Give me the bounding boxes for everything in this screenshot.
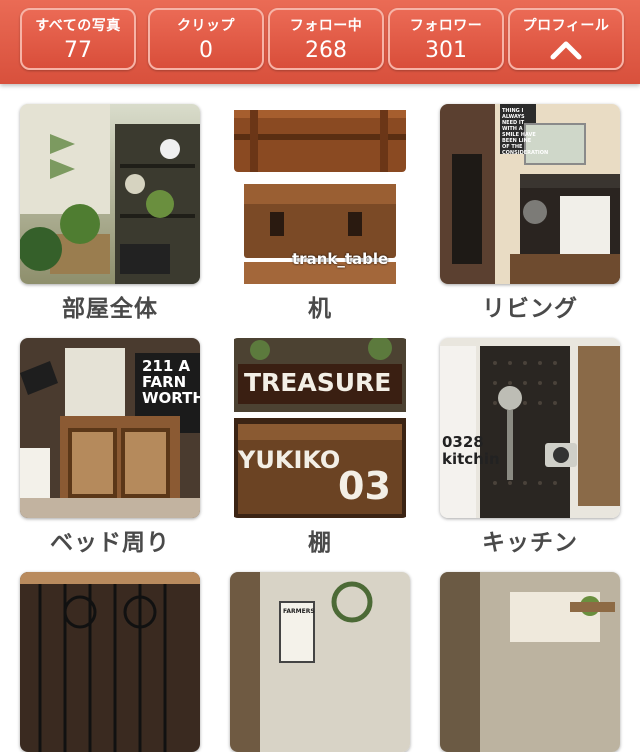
bedside-photo-sign: 211 A FARN WORTH bbox=[142, 357, 200, 407]
photo-9-image bbox=[440, 572, 620, 752]
living-photo-sign: THING I ALWAYS NEED IT WITH A SMILE HAVE… bbox=[502, 108, 549, 156]
kitchen-photo-sign: 0328 kitchin bbox=[442, 433, 500, 468]
category-photo-8[interactable]: FARMERS bbox=[230, 572, 410, 752]
profile-label: プロフィール bbox=[522, 18, 610, 34]
stat-followers-label: フォロワー bbox=[409, 18, 483, 34]
category-photo-living[interactable]: THING I ALWAYS NEED IT WITH A SMILE HAVE… bbox=[440, 104, 620, 284]
profile-stats-bar: すべての写真 77 クリップ 0 フォロー中 268 フォロワー 301 プロフ… bbox=[0, 0, 640, 84]
stat-clips-count: 0 bbox=[199, 38, 213, 63]
category-label-desk[interactable]: 机 bbox=[210, 289, 430, 323]
category-label-bedside[interactable]: ベッド周り bbox=[0, 523, 220, 557]
category-label-room[interactable]: 部屋全体 bbox=[0, 289, 220, 323]
category-photo-shelf[interactable]: TREASURE YUKIKO 03 bbox=[230, 338, 410, 518]
stat-followers-count: 301 bbox=[425, 38, 467, 63]
photo-8-image bbox=[230, 572, 410, 752]
shelf-sign-text: TREASURE bbox=[244, 368, 392, 397]
category-photo-7[interactable] bbox=[20, 572, 200, 752]
stat-all-photos-count: 77 bbox=[64, 38, 92, 63]
crate-number-text: 03 bbox=[338, 464, 391, 508]
kitchen-photo-image bbox=[440, 338, 620, 518]
stat-clips-label: クリップ bbox=[177, 18, 235, 34]
photo-7-image bbox=[20, 572, 200, 752]
stat-all-photos-label: すべての写真 bbox=[35, 18, 121, 34]
chevron-up-icon bbox=[550, 41, 582, 60]
photo-8-sign: FARMERS bbox=[283, 608, 315, 615]
stat-following-count: 268 bbox=[305, 38, 347, 63]
stat-following-label: フォロー中 bbox=[289, 18, 363, 34]
stat-clips-button[interactable]: クリップ 0 bbox=[148, 8, 264, 70]
crate-name-text: YUKIKO bbox=[238, 446, 341, 474]
category-photo-room[interactable] bbox=[20, 104, 200, 284]
category-photo-9[interactable] bbox=[440, 572, 620, 752]
category-label-living[interactable]: リビング bbox=[420, 289, 640, 323]
room-photo-image bbox=[20, 104, 200, 284]
stat-following-button[interactable]: フォロー中 268 bbox=[268, 8, 384, 70]
category-label-kitchen[interactable]: キッチン bbox=[420, 523, 640, 557]
category-label-shelf[interactable]: 棚 bbox=[210, 523, 430, 557]
category-photo-desk[interactable]: trank_table bbox=[230, 104, 410, 284]
profile-toggle-button[interactable]: プロフィール bbox=[508, 8, 624, 70]
category-photo-bedside[interactable]: 211 A FARN WORTH bbox=[20, 338, 200, 518]
stat-followers-button[interactable]: フォロワー 301 bbox=[388, 8, 504, 70]
desk-photo-caption: trank_table bbox=[292, 250, 389, 268]
stat-all-photos-button[interactable]: すべての写真 77 bbox=[20, 8, 136, 70]
category-photo-kitchen[interactable]: 0328 kitchin bbox=[440, 338, 620, 518]
